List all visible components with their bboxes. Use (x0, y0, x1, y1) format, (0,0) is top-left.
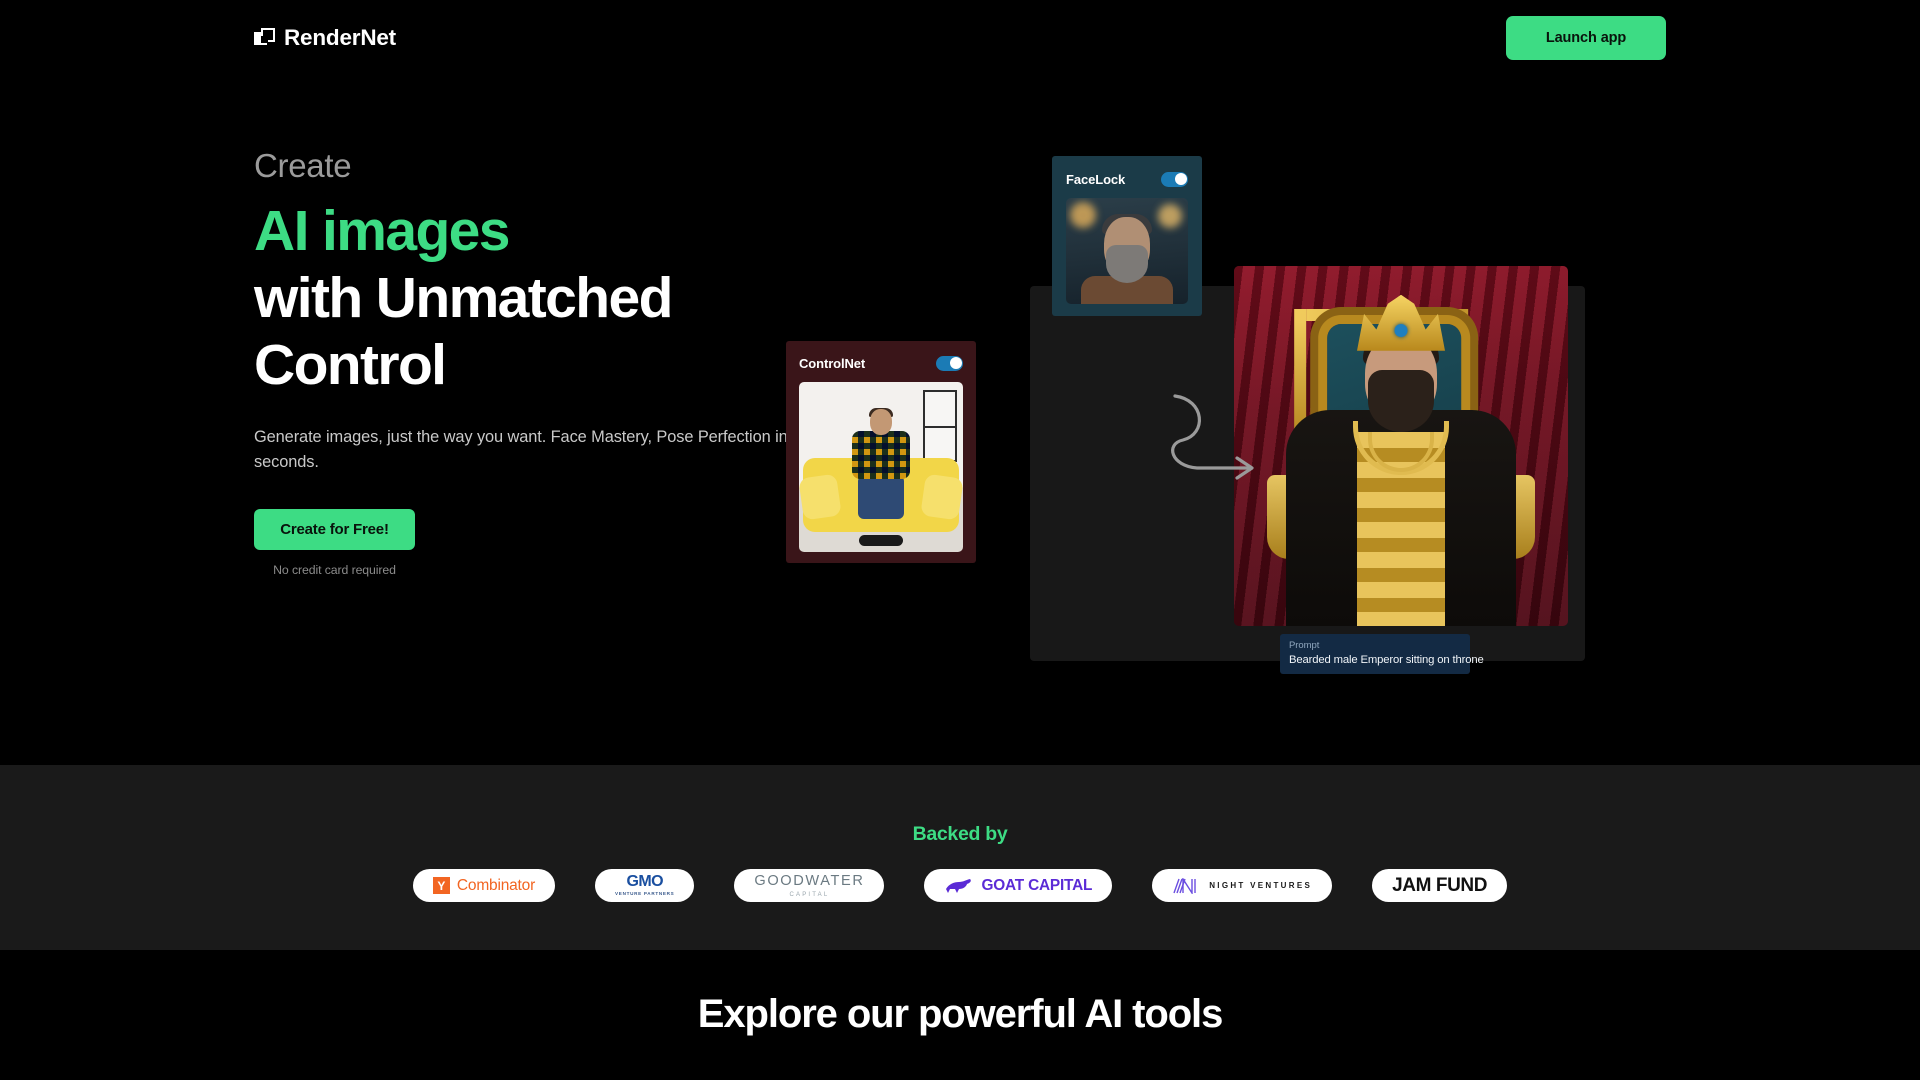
tools-section-title: Explore our powerful AI tools (697, 992, 1224, 1036)
hero-eyebrow: Create (254, 147, 352, 184)
night-ventures-icon (1173, 877, 1196, 894)
investor-logo-jam-fund[interactable]: JAM FUND (1372, 869, 1508, 902)
controlnet-title: ControlNet (799, 355, 866, 371)
goat-capital-label: GOAT CAPITAL (981, 876, 1093, 894)
headline-accent-line: AI images (254, 199, 510, 264)
brand-logo[interactable]: RenderNet (254, 25, 396, 51)
controlnet-toggle[interactable] (936, 355, 963, 371)
facelock-title: FaceLock (1066, 171, 1126, 187)
night-ventures-label: NIGHT VENTURES (1209, 881, 1313, 890)
site-header: RenderNet Launch app (0, 0, 1920, 76)
headline-line-2: with Unmatched (254, 265, 673, 330)
brand-name: RenderNet (284, 25, 396, 50)
prompt-card: Prompt Bearded male Emperor sitting on t… (1280, 634, 1484, 674)
investor-logo-goodwater[interactable]: GOODWATER CAPITAL (734, 869, 885, 902)
tools-section: Explore our powerful AI tools (0, 950, 1920, 1080)
prompt-label: Prompt (1289, 640, 1320, 651)
generated-emperor-image (1234, 266, 1568, 626)
jam-fund-label: JAM FUND (1392, 874, 1488, 896)
investor-logo-gmo[interactable]: GMO VENTURE PARTNERS (595, 869, 695, 902)
facelock-toggle[interactable] (1161, 171, 1188, 187)
controlnet-card-header: ControlNet (799, 352, 963, 374)
overlapping-squares-icon (254, 27, 275, 49)
cta-note: No credit card required (273, 562, 396, 577)
hero-section: Create AI images with Unmatched Control … (0, 76, 1920, 765)
curved-arrow-icon (1171, 394, 1254, 480)
hero-subcopy: Generate images, just the way you want. … (254, 428, 788, 472)
investor-logo-night-ventures[interactable]: NIGHT VENTURES (1152, 869, 1333, 902)
facelock-reference-thumbnail (1066, 198, 1188, 304)
y-combinator-mark-icon: Y (432, 877, 450, 894)
prompt-value: Bearded male Emperor sitting on throne (1289, 654, 1484, 666)
facelock-card[interactable]: FaceLock (1052, 156, 1202, 316)
goodwater-sublabel: CAPITAL (789, 892, 830, 898)
investor-logo-y-combinator[interactable]: Y Combinator (412, 869, 556, 902)
controlnet-pose-thumbnail (799, 382, 963, 552)
investor-logo-goat-capital[interactable]: GOAT CAPITAL (924, 869, 1113, 902)
goat-icon (946, 878, 972, 893)
gmo-sublabel: VENTURE PARTNERS (615, 891, 675, 897)
investor-logo-row: Y Combinator GMO VENTURE PARTNERS GOODWA… (0, 869, 1920, 902)
launch-app-button[interactable]: Launch app (1506, 16, 1666, 60)
backed-by-title: Backed by (912, 823, 1008, 845)
goodwater-label: GOODWATER (754, 873, 865, 889)
hero-visual: FaceLock ControlNet Prompt Bearded male … (786, 156, 1710, 696)
backed-by-section: Backed by Y Combinator GMO VENTURE PARTN… (0, 765, 1920, 950)
y-combinator-label: Combinator (456, 876, 536, 894)
gmo-label: GMO (626, 873, 664, 891)
controlnet-card[interactable]: ControlNet (786, 341, 976, 563)
facelock-card-header: FaceLock (1066, 168, 1188, 190)
create-for-free-button[interactable]: Create for Free! (254, 508, 415, 550)
